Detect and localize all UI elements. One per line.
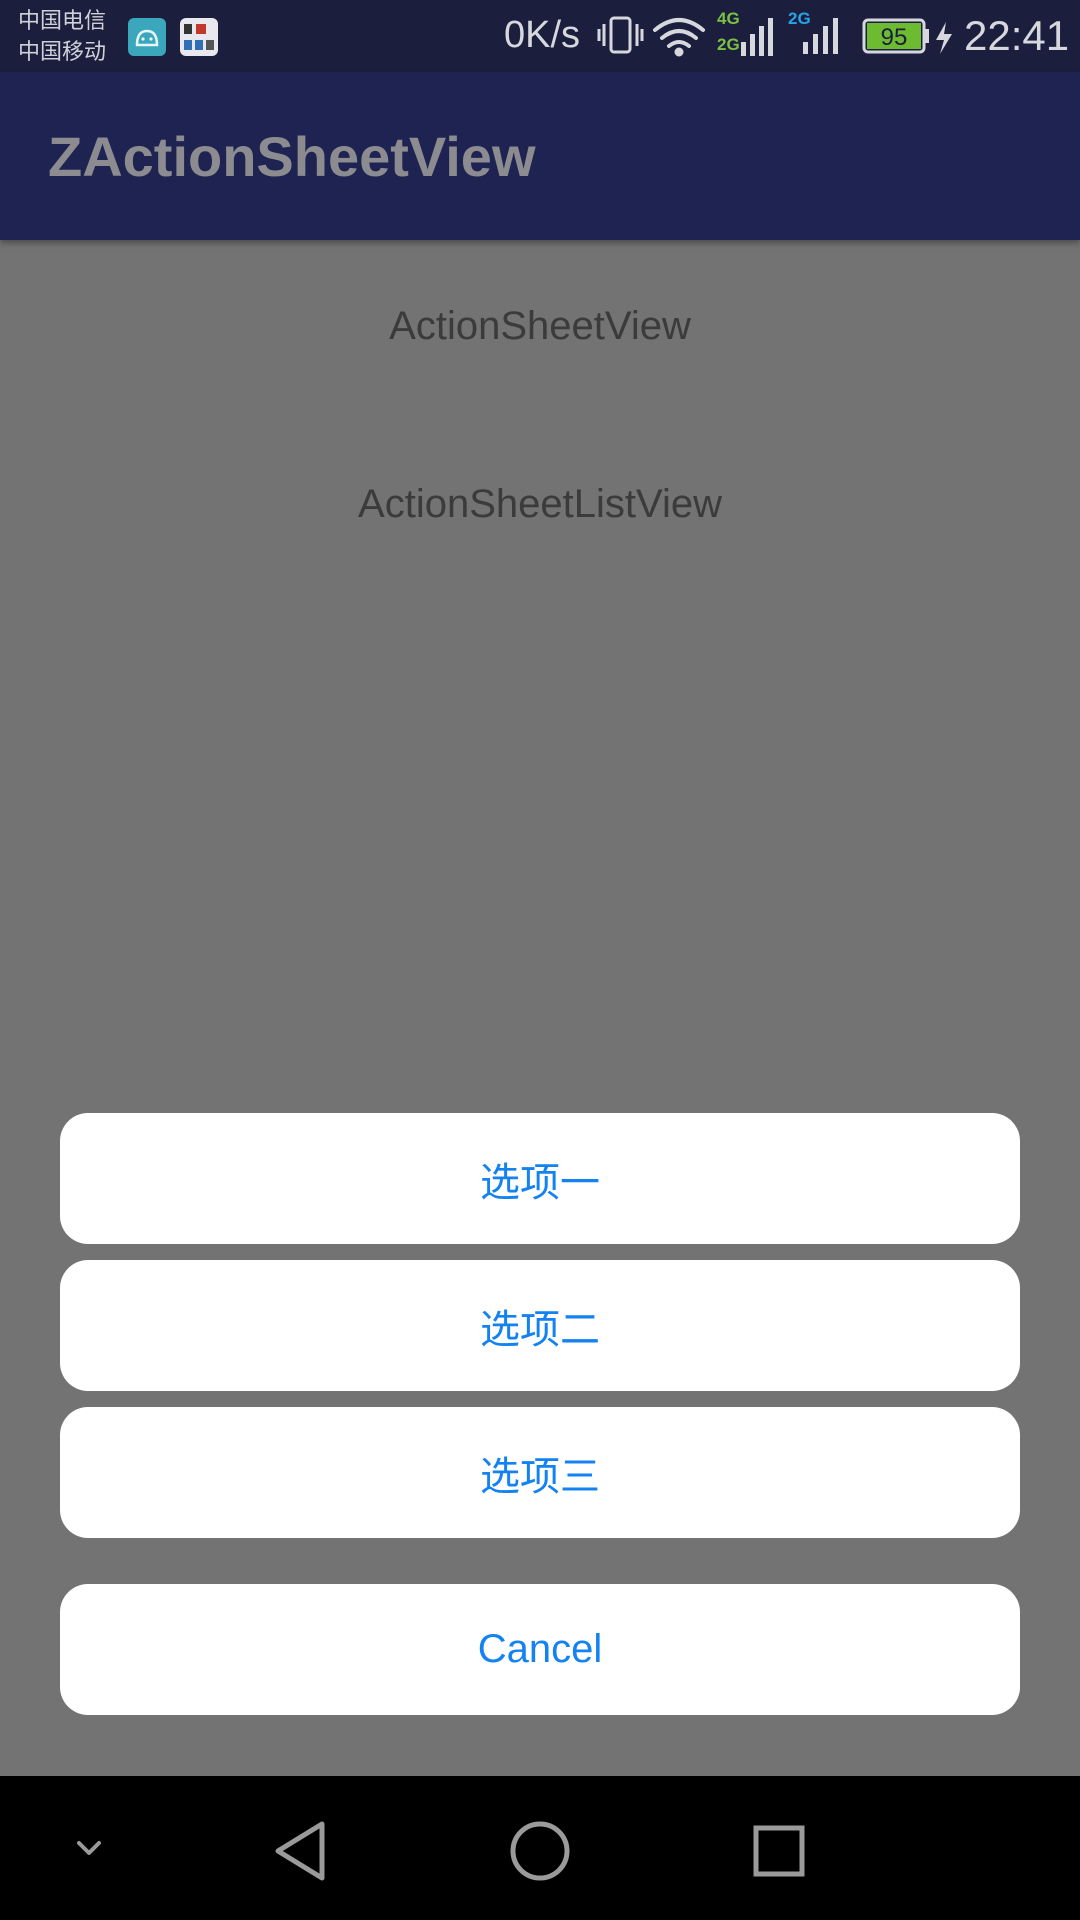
back-icon[interactable] xyxy=(275,1821,325,1881)
app-title: ZActionSheetView xyxy=(48,125,536,188)
sim1-sub-network-label: 2G xyxy=(717,35,740,54)
app-bar: ZActionSheetView xyxy=(0,72,1080,240)
battery-level: 95 xyxy=(881,24,908,51)
option-1-button[interactable]: 选项一 xyxy=(60,1113,1020,1244)
battery-icon: 95 xyxy=(862,18,929,54)
vibrate-icon xyxy=(597,16,644,54)
status-clock: 22:41 xyxy=(964,12,1070,59)
option-3-button[interactable]: 选项三 xyxy=(60,1407,1020,1538)
navigation-bar xyxy=(0,1776,1080,1920)
sim2-network-label: 2G xyxy=(788,9,811,28)
sim1-network-label: 4G xyxy=(717,9,740,28)
option-2-button[interactable]: 选项二 xyxy=(60,1260,1020,1391)
charging-icon xyxy=(936,22,952,54)
recents-icon[interactable] xyxy=(753,1825,805,1877)
action-sheet-list-view-link[interactable]: ActionSheetListView xyxy=(0,482,1080,527)
signal-sim1-icon: 4G 2G xyxy=(717,9,773,56)
wifi-icon xyxy=(653,18,705,57)
chevron-down-icon[interactable] xyxy=(77,1841,101,1855)
status-bar: 中国电信 中国移动 0K/s 4G 2G 2G 95 22:41 xyxy=(0,0,1080,72)
cancel-button[interactable]: Cancel xyxy=(60,1584,1020,1715)
action-sheet-view-link[interactable]: ActionSheetView xyxy=(0,304,1080,349)
signal-sim2-icon: 2G xyxy=(788,9,838,54)
home-icon[interactable] xyxy=(510,1821,570,1881)
